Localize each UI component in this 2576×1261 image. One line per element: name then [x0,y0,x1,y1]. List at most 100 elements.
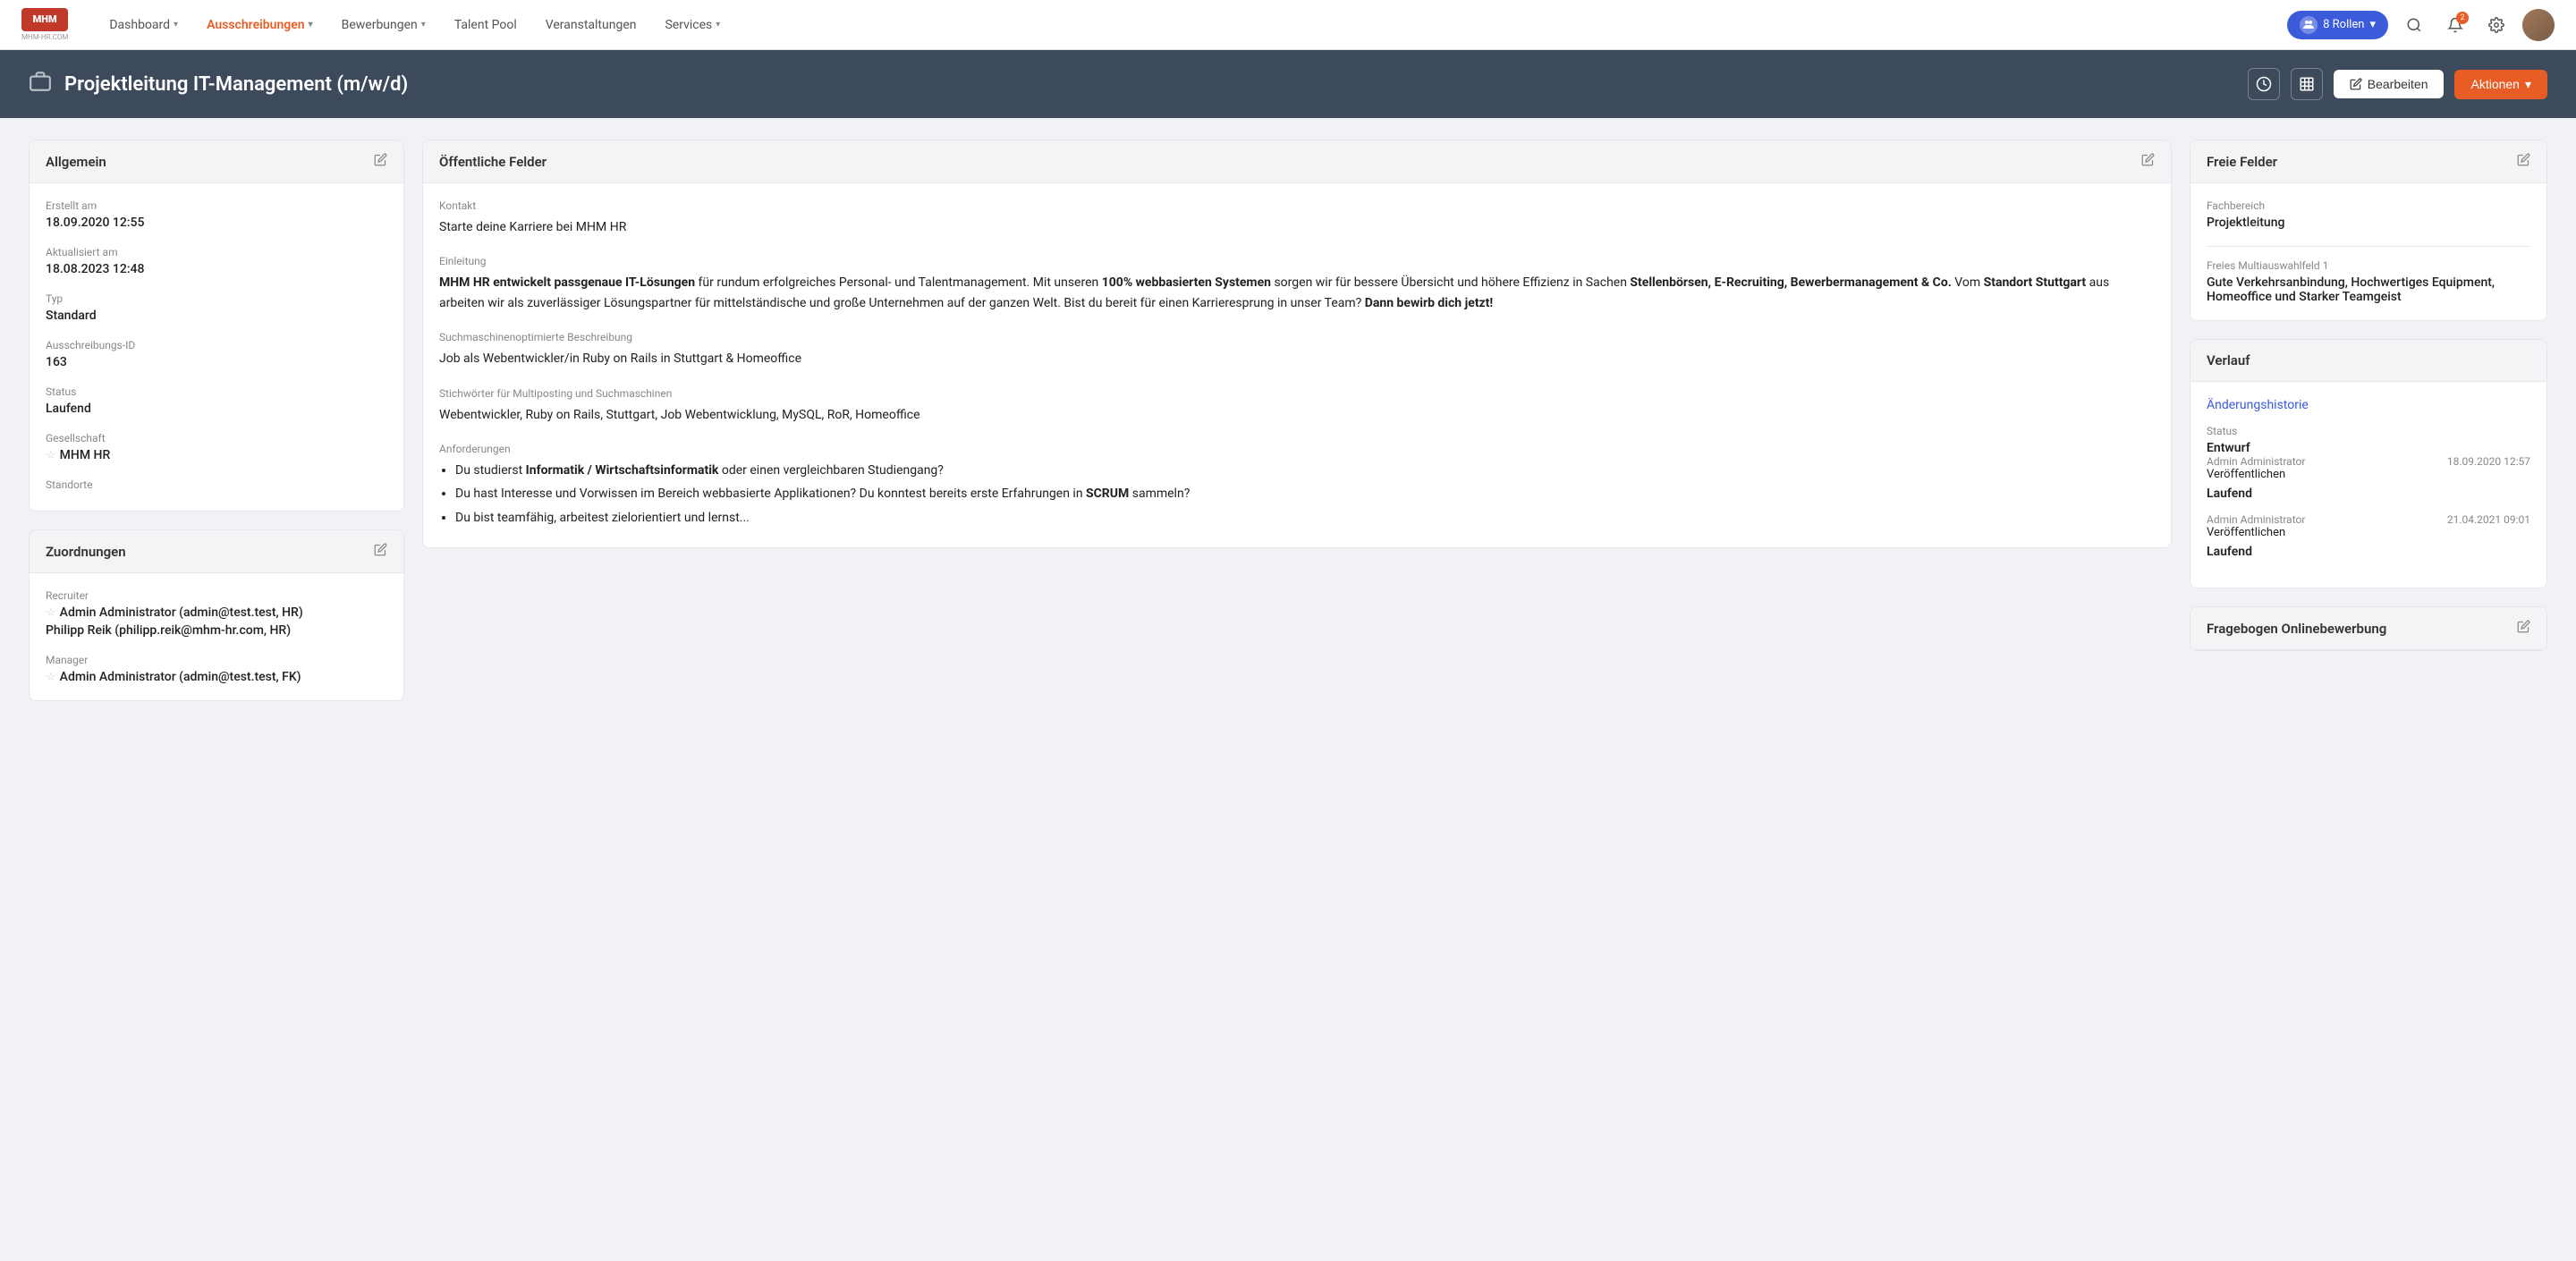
nav-label-dashboard: Dashboard [109,18,170,32]
main-content: Allgemein Erstellt am 18.09.2020 12:55 A… [0,118,2576,723]
notifications-button[interactable]: 2 [2440,10,2470,40]
roles-button[interactable]: 8 Rollen ▾ [2287,11,2388,39]
fragebogen-title: Fragebogen Onlinebewerbung [2207,621,2386,637]
oeffentliche-felder-body: Kontakt Starte deine Karriere bei MHM HR… [423,183,2171,547]
verlauf-title: Verlauf [2207,352,2250,368]
verlauf-body: Änderungshistorie Status Entwurf Admin A… [2190,382,2546,588]
oeffentliche-felder-header: Öffentliche Felder [423,140,2171,183]
verlauf-admin-2: Admin Administrator 21.04.2021 09:01 [2207,513,2530,526]
recruiter-label: Recruiter [46,589,387,602]
search-button[interactable] [2399,10,2429,40]
table-button[interactable] [2291,68,2323,100]
aktualisiert-row: Aktualisiert am 18.08.2023 12:48 [46,246,387,276]
anforderungen-section: Anforderungen Du studierst Informatik / … [439,443,2155,528]
allgemein-edit-icon[interactable] [374,153,387,170]
admin-date-2: 21.04.2021 09:01 [2447,513,2530,526]
manager-row: Manager ☆ Admin Administrator (admin@tes… [46,654,387,684]
allgemein-card: Allgemein Erstellt am 18.09.2020 12:55 A… [29,140,404,512]
nav-item-ausschreibungen[interactable]: Ausschreibungen ▾ [194,11,326,39]
verlauf-result-2: Laufend [2207,545,2530,559]
divider [2207,246,2530,247]
left-column: Allgemein Erstellt am 18.09.2020 12:55 A… [29,140,404,701]
nav-label-ausschreibungen: Ausschreibungen [207,18,305,32]
nav-items: Dashboard ▾ Ausschreibungen ▾ Bewerbunge… [97,11,2287,39]
aktionen-button[interactable]: Aktionen ▾ [2454,70,2547,99]
suchmaschinen-label: Suchmaschinenoptimierte Beschreibung [439,331,2155,343]
page-title: Projektleitung IT-Management (m/w/d) [64,73,408,96]
logo[interactable]: MHM MHM-HR.COM [21,8,68,40]
aenderungshistorie-link[interactable]: Änderungshistorie [2207,398,2530,412]
star-icon: ☆ [46,449,56,462]
verlauf-header: Verlauf [2190,340,2546,382]
status-value: Laufend [46,402,387,416]
zuordnungen-card: Zuordnungen Recruiter ☆ Admin Administra… [29,529,404,701]
oeffentliche-felder-edit-icon[interactable] [2141,153,2155,170]
bearbeiten-label: Bearbeiten [2368,77,2428,91]
aktualisiert-label: Aktualisiert am [46,246,387,258]
admin-name-2: Admin Administrator [2207,513,2305,526]
aktionen-label: Aktionen [2470,77,2519,91]
freie-felder-edit-icon[interactable] [2517,153,2530,170]
allgemein-title: Allgemein [46,154,106,170]
verlauf-status-label: Status [2207,425,2530,437]
settings-button[interactable] [2481,10,2512,40]
typ-row: Typ Standard [46,292,387,323]
nav-label-services: Services [665,18,712,32]
avatar-image [2522,9,2555,41]
list-item: Du bist teamfähig, arbeitest zielorienti… [455,508,2155,528]
briefcase-icon [29,70,52,98]
kontakt-label: Kontakt [439,199,2155,212]
freie-felder-title: Freie Felder [2207,154,2277,170]
star-icon: ☆ [46,671,56,684]
chevron-down-icon: ▾ [174,20,178,30]
verlauf-status-group-1: Status Entwurf Admin Administrator 18.09… [2207,425,2530,501]
nav-item-talentpool[interactable]: Talent Pool [442,11,530,39]
fragebogen-edit-icon[interactable] [2517,620,2530,637]
verlauf-entry-2: Admin Administrator 21.04.2021 09:01 Ver… [2207,513,2530,539]
navigation: MHM MHM-HR.COM Dashboard ▾ Ausschreibung… [0,0,2576,50]
multiauswahl-label: Freies Multiauswahlfeld 1 [2207,259,2530,272]
nav-right: 8 Rollen ▾ 2 [2287,9,2555,41]
fachbereich-label: Fachbereich [2207,199,2530,212]
zuordnungen-header: Zuordnungen [30,530,403,573]
roles-label: 8 Rollen [2323,18,2364,31]
erstellt-value: 18.09.2020 12:55 [46,216,387,230]
multiauswahl-row: Freies Multiauswahlfeld 1 Gute Verkehrsa… [2207,259,2530,304]
nav-item-bewerbungen[interactable]: Bewerbungen ▾ [329,11,438,39]
fachbereich-row: Fachbereich Projektleitung [2207,199,2530,230]
zuordnungen-edit-icon[interactable] [374,543,387,560]
erstellt-row: Erstellt am 18.09.2020 12:55 [46,199,387,230]
zuordnungen-title: Zuordnungen [46,544,126,560]
admin-date-1: 18.09.2020 12:57 [2447,455,2530,468]
chevron-down-icon: ▾ [421,20,426,30]
anforderungen-list: Du studierst Informatik / Wirtschaftsinf… [455,461,2155,528]
page-header: Projektleitung IT-Management (m/w/d) Bea… [0,50,2576,118]
verlauf-result-1: Laufend [2207,487,2530,501]
gesellschaft-label: Gesellschaft [46,432,387,444]
verlauf-status-1: Entwurf [2207,441,2530,455]
einleitung-text: MHM HR entwickelt passgenaue IT-Lösungen… [439,275,2109,309]
anforderungen-label: Anforderungen [439,443,2155,455]
nav-item-dashboard[interactable]: Dashboard ▾ [97,11,191,39]
stichwoerter-section: Stichwörter für Multiposting und Suchmas… [439,387,2155,425]
einleitung-label: Einleitung [439,255,2155,267]
nav-item-services[interactable]: Services ▾ [652,11,733,39]
gesellschaft-row: Gesellschaft ☆ MHM HR [46,432,387,462]
avatar[interactable] [2522,9,2555,41]
einleitung-section: Einleitung MHM HR entwickelt passgenaue … [439,255,2155,313]
bearbeiten-button[interactable]: Bearbeiten [2334,70,2445,98]
notification-badge: 2 [2456,12,2469,24]
nav-label-veranstaltungen: Veranstaltungen [546,18,637,32]
nav-label-bewerbungen: Bewerbungen [342,18,418,32]
clock-button[interactable] [2248,68,2280,100]
einleitung-value: MHM HR entwickelt passgenaue IT-Lösungen… [439,273,2155,313]
admin-name-1: Admin Administrator [2207,455,2305,468]
ausschreibungsid-label: Ausschreibungs-ID [46,339,387,351]
suchmaschinen-section: Suchmaschinenoptimierte Beschreibung Job… [439,331,2155,368]
mid-column: Öffentliche Felder Kontakt Starte deine … [422,140,2172,548]
page-header-left: Projektleitung IT-Management (m/w/d) [29,70,408,98]
anforderungen-value: Du studierst Informatik / Wirtschaftsinf… [439,461,2155,528]
manager-label: Manager [46,654,387,666]
suchmaschinen-value: Job als Webentwickler/in Ruby on Rails i… [439,349,2155,368]
nav-item-veranstaltungen[interactable]: Veranstaltungen [533,11,649,39]
